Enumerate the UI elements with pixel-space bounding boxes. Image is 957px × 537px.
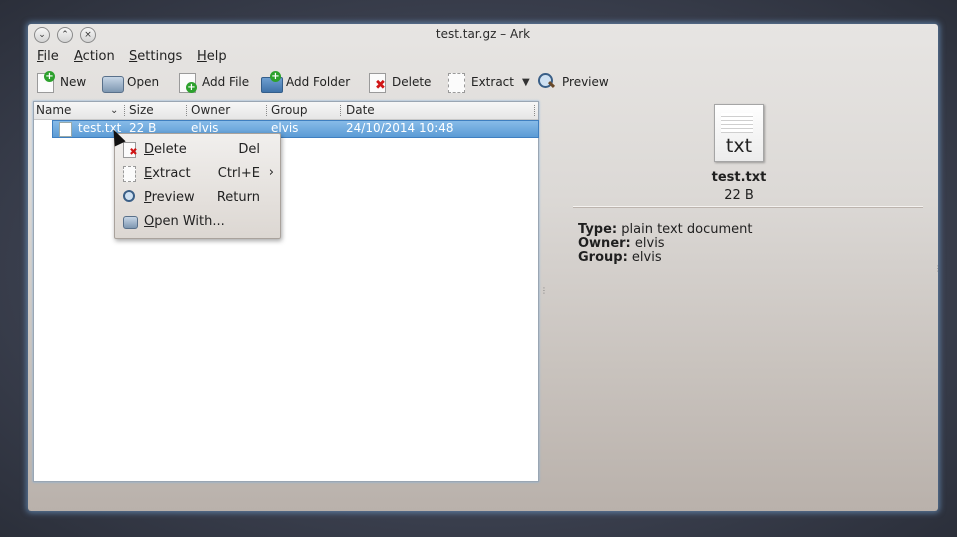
- extract-icon: [445, 71, 467, 93]
- context-open-with[interactable]: Open With...: [115, 210, 280, 234]
- column-header-owner[interactable]: Owner: [191, 103, 230, 117]
- title-bar[interactable]: ⌄ ⌃ × test.tar.gz – Ark: [28, 24, 938, 46]
- window-title: test.tar.gz – Ark: [435, 27, 531, 41]
- add-folder-icon: +: [260, 71, 283, 93]
- details-filename: test.txt: [711, 170, 767, 185]
- column-header-date[interactable]: Date: [346, 103, 375, 117]
- column-header-size[interactable]: Size: [129, 103, 154, 117]
- preview-icon: [123, 190, 137, 205]
- context-preview[interactable]: Preview Return: [115, 186, 280, 210]
- details-type: Type: plain text document: [578, 222, 753, 237]
- main-toolbar: + New Open + Add File + Add Folder ✖ Del…: [28, 67, 938, 97]
- context-menu: ✖ Delete Del Extract Ctrl+E › Preview Re…: [114, 133, 281, 239]
- text-file-icon: [59, 122, 72, 137]
- preview-button[interactable]: Preview: [536, 69, 609, 95]
- ark-window: ⌄ ⌃ × test.tar.gz – Ark File Action Sett…: [28, 24, 938, 511]
- file-type-icon: txt: [714, 104, 764, 162]
- menu-help[interactable]: Help: [197, 49, 227, 64]
- list-header: Name ⌄ Size Owner Group Date: [34, 102, 538, 120]
- details-divider: [573, 206, 923, 208]
- menu-bar: File Action Settings Help: [28, 47, 938, 67]
- details-panel: txt test.txt 22 B Type: plain text docum…: [573, 102, 923, 302]
- details-owner: Owner: elvis: [578, 236, 665, 251]
- archive-file-list[interactable]: Name ⌄ Size Owner Group Date test.txt 22…: [33, 101, 539, 482]
- menu-settings[interactable]: Settings: [129, 49, 182, 64]
- open-label: Open: [127, 75, 160, 89]
- new-button[interactable]: + New: [34, 69, 86, 95]
- add-file-icon: +: [176, 71, 198, 93]
- chevron-down-icon: ▼: [522, 76, 530, 88]
- extract-button[interactable]: Extract: [445, 69, 514, 95]
- new-label: New: [60, 75, 87, 89]
- open-with-icon: [123, 214, 138, 229]
- add-file-button[interactable]: + Add File: [176, 69, 249, 95]
- context-delete[interactable]: ✖ Delete Del: [115, 138, 280, 162]
- menu-file[interactable]: File: [37, 49, 59, 64]
- delete-icon: ✖: [123, 142, 138, 158]
- delete-icon: ✖: [366, 71, 388, 93]
- details-group: Group: elvis: [578, 250, 662, 265]
- context-extract[interactable]: Extract Ctrl+E ›: [115, 162, 280, 186]
- preview-label: Preview: [562, 75, 609, 89]
- delete-button[interactable]: ✖ Delete: [366, 69, 431, 95]
- open-archive-icon: [101, 71, 124, 93]
- details-size: 22 B: [724, 188, 754, 203]
- extract-dropdown[interactable]: ▼: [522, 69, 530, 95]
- add-file-label: Add File: [202, 75, 250, 89]
- splitter-handle[interactable]: ⋮: [540, 286, 548, 295]
- add-folder-button[interactable]: + Add Folder: [260, 69, 350, 95]
- extract-icon: [123, 166, 137, 182]
- column-header-group[interactable]: Group: [271, 103, 308, 117]
- menu-action[interactable]: Action: [74, 49, 115, 64]
- preview-icon: [536, 71, 558, 93]
- resize-grip[interactable]: ⋮: [934, 264, 938, 273]
- delete-label: Delete: [392, 75, 432, 89]
- column-header-name[interactable]: Name: [36, 103, 71, 117]
- open-button[interactable]: Open: [101, 69, 159, 95]
- new-archive-icon: +: [34, 71, 56, 93]
- add-folder-label: Add Folder: [286, 75, 351, 89]
- extract-label: Extract: [471, 75, 514, 89]
- submenu-arrow-icon: ›: [268, 165, 274, 180]
- sort-indicator-icon: ⌄: [110, 105, 119, 116]
- row-date: 24/10/2014 10:48: [346, 121, 454, 135]
